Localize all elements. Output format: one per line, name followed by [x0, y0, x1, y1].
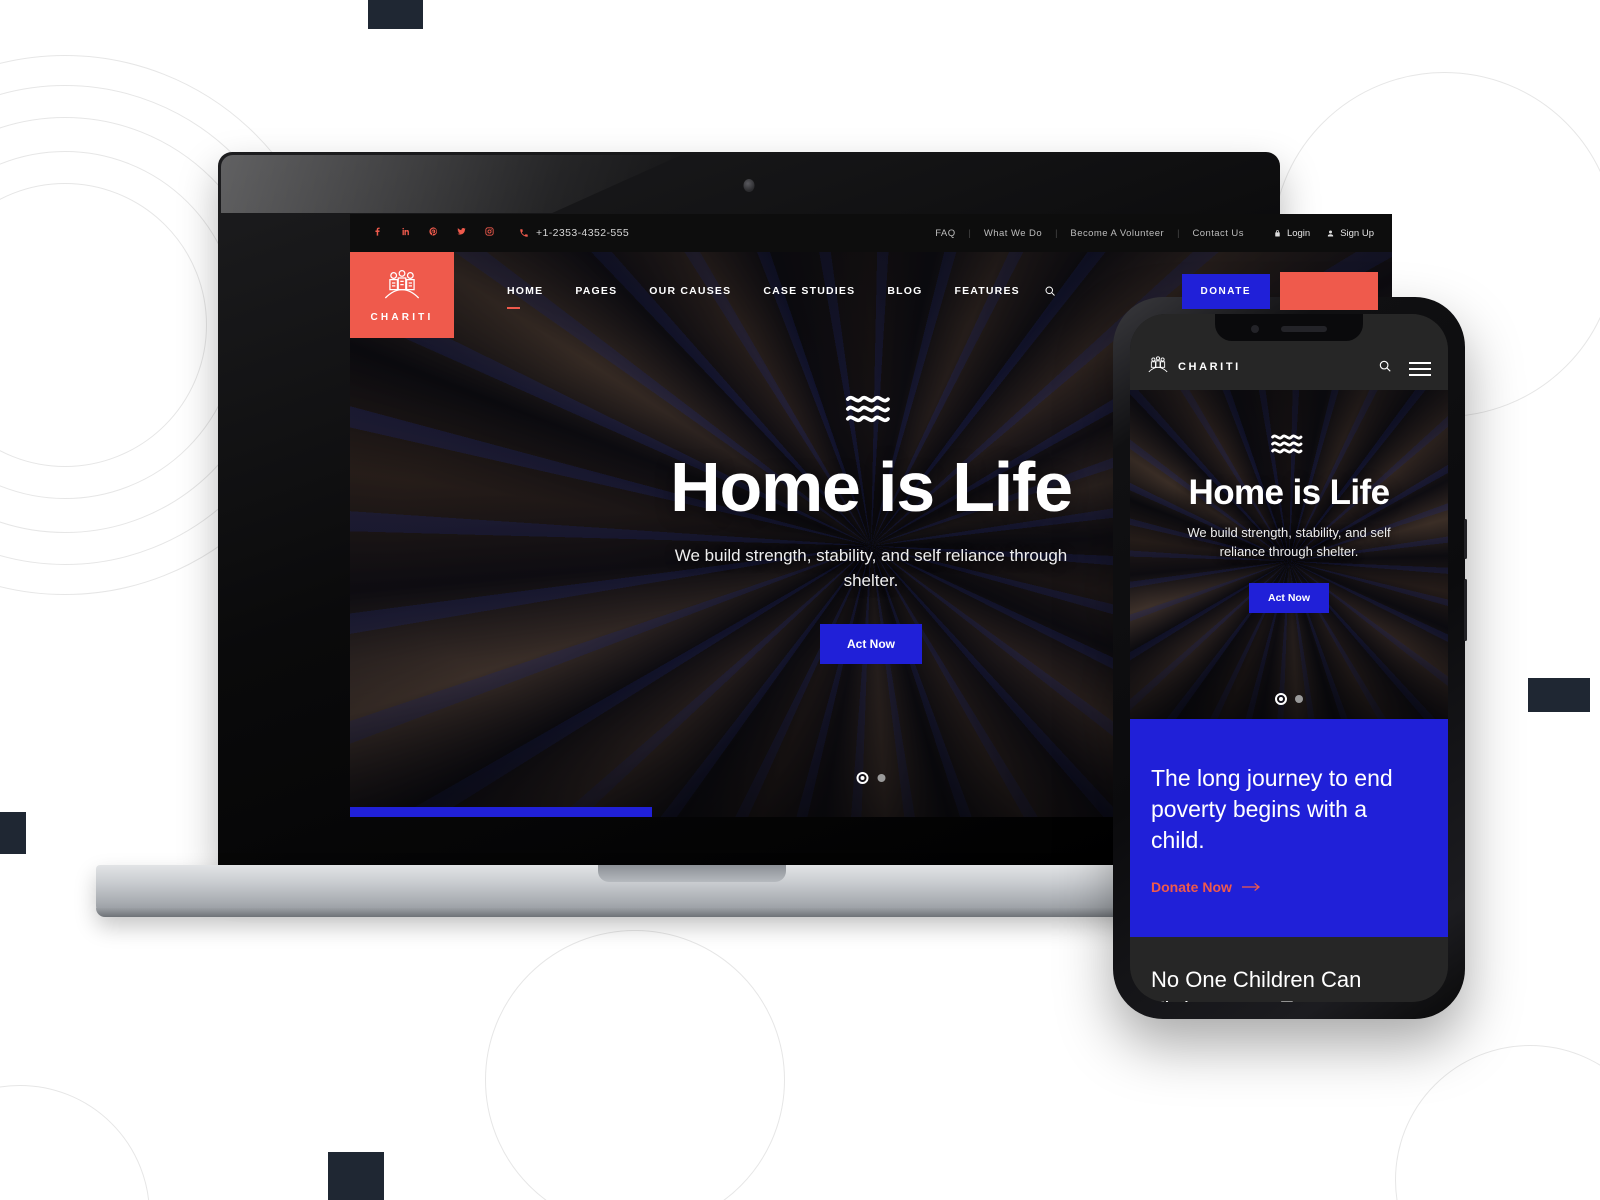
phone-mockup: CHARITI Home is Life We build strength, … — [1113, 297, 1467, 1019]
phone-hero-subtitle: We build strength, stability, and self r… — [1187, 525, 1391, 559]
hero-title: Home is Life — [670, 447, 1073, 526]
decorative-ring-bottom-left — [0, 1085, 150, 1200]
pinterest-icon[interactable] — [428, 226, 439, 240]
hero-subtitle: We build strength, stability, and self r… — [674, 545, 1068, 591]
act-now-button[interactable]: Act Now — [820, 623, 922, 664]
phone-brand-name: CHARITI — [1178, 360, 1241, 373]
phone-body: CHARITI Home is Life We build strength, … — [1113, 297, 1467, 1019]
instagram-icon[interactable] — [484, 226, 495, 240]
facebook-icon[interactable] — [372, 226, 383, 240]
phone-speaker — [1281, 325, 1327, 332]
decorative-square-right — [1528, 678, 1590, 712]
phone-donate-now-link[interactable]: Donate Now — [1151, 879, 1427, 895]
slider-progress-bar — [350, 807, 1392, 817]
laptop-lid: +1-2353-4352-555 FAQ | What We Do | Beco… — [218, 152, 1392, 869]
search-icon[interactable] — [1378, 359, 1392, 378]
login-label: Login — [1286, 227, 1311, 239]
phone-slider-dot-2[interactable] — [1295, 695, 1303, 703]
wave-icon — [844, 392, 898, 431]
phone-number-text: +1-2353-4352-555 — [536, 227, 630, 239]
slider-progress-fill — [350, 807, 653, 817]
signup-label: Sign Up — [1340, 227, 1374, 239]
signup-button[interactable]: Sign Up — [1310, 228, 1374, 239]
laptop-webcam — [743, 179, 755, 192]
phone-act-now-button[interactable]: Act Now — [1249, 582, 1329, 613]
phone-donate-now-label: Donate Now — [1151, 879, 1232, 896]
nav-item-our-causes[interactable]: OUR CAUSES — [633, 285, 747, 297]
search-icon[interactable] — [1044, 285, 1056, 297]
decorative-ring-bottom-center — [485, 930, 785, 1200]
phone-hero-title: Home is Life — [1188, 473, 1391, 512]
nav-item-pages[interactable]: PAGES — [559, 285, 633, 297]
decorative-square-left — [0, 812, 26, 854]
laptop-lid-glare — [221, 155, 681, 213]
nav-item-blog[interactable]: BLOG — [871, 285, 938, 297]
slider-dots — [856, 772, 886, 784]
nav-item-home[interactable]: HOME — [491, 285, 559, 309]
laptop-mockup: +1-2353-4352-555 FAQ | What We Do | Beco… — [96, 152, 1392, 917]
wave-icon — [1270, 432, 1308, 461]
top-nav-links: FAQ | What We Do | Become A Volunteer | … — [922, 228, 1374, 239]
user-icon — [1328, 230, 1334, 236]
phone-slider-dot-1[interactable] — [1275, 693, 1287, 705]
people-logo-icon — [382, 268, 422, 308]
hamburger-menu-icon[interactable] — [1409, 361, 1431, 376]
phone-dark-panel-heading: No One Children Can Thrive on an Empty — [1151, 967, 1362, 1002]
people-logo-icon — [1147, 355, 1169, 378]
phone-header-icons — [1378, 359, 1431, 378]
phone-slider-dots — [1275, 693, 1303, 705]
decorative-ring-bottom-right — [1395, 1045, 1600, 1200]
phone-hero-slider: Home is Life We build strength, stabilit… — [1130, 390, 1448, 719]
phone-hero-content: Home is Life We build strength, stabilit… — [1130, 390, 1448, 719]
nav-item-case-studies[interactable]: CASE STUDIES — [747, 285, 871, 297]
laptop-base-notch — [598, 865, 786, 882]
primary-nav-links: HOME PAGES OUR CAUSES CASE STUDIES BLOG … — [491, 252, 1056, 330]
arrow-right-icon — [1241, 883, 1260, 892]
phone-front-camera — [1251, 324, 1259, 333]
brand-name: CHARITI — [370, 311, 434, 323]
phone-side-button-1[interactable] — [1464, 519, 1467, 559]
twitter-icon[interactable] — [456, 226, 467, 240]
decorative-square-bottom — [328, 1152, 384, 1200]
decorative-square-top — [368, 0, 423, 29]
social-links — [372, 226, 495, 240]
laptop-base — [96, 865, 1288, 917]
phone-notch — [1215, 314, 1363, 341]
top-utility-bar: +1-2353-4352-555 FAQ | What We Do | Beco… — [350, 214, 1392, 252]
top-link-faq[interactable]: FAQ — [922, 228, 968, 239]
top-link-become-a-volunteer[interactable]: Become A Volunteer — [1057, 228, 1177, 239]
linkedin-icon[interactable] — [400, 226, 411, 240]
nav-item-features[interactable]: FEATURES — [938, 285, 1035, 297]
phone-dark-panel: No One Children Can Thrive on an Empty — [1130, 937, 1448, 1002]
secondary-coral-button[interactable] — [1280, 272, 1378, 310]
top-link-contact-us[interactable]: Contact Us — [1179, 228, 1257, 239]
phone-number[interactable]: +1-2353-4352-555 — [519, 227, 629, 239]
phone-side-button-2[interactable] — [1464, 579, 1467, 641]
lock-icon — [1275, 229, 1280, 236]
donate-button[interactable]: DONATE — [1181, 273, 1270, 309]
phone-brand-logo[interactable]: CHARITI — [1147, 355, 1241, 378]
brand-logo[interactable]: CHARITI — [350, 252, 454, 338]
phone-screen: CHARITI Home is Life We build strength, … — [1130, 314, 1448, 1002]
phone-icon — [520, 229, 528, 237]
login-button[interactable]: Login — [1257, 228, 1310, 239]
slider-dot-2[interactable] — [877, 774, 886, 782]
top-link-what-we-do[interactable]: What We Do — [971, 228, 1055, 239]
page-root: +1-2353-4352-555 FAQ | What We Do | Beco… — [0, 0, 1600, 1200]
slider-dot-1[interactable] — [856, 772, 869, 784]
